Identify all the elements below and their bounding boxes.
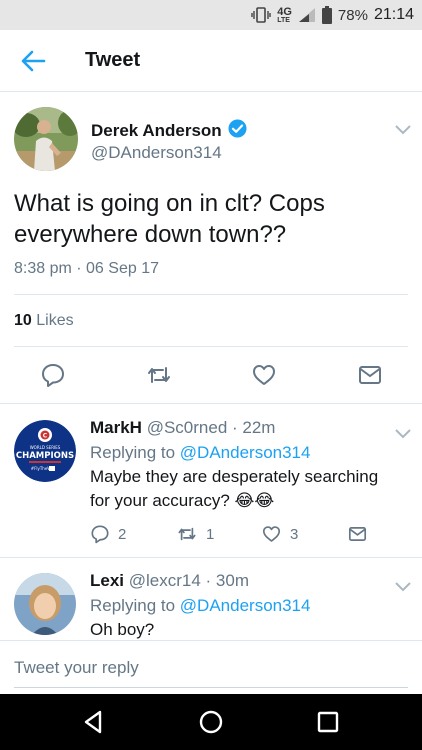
page-title: Tweet (85, 49, 141, 71)
network-indicator: 4G LTE (277, 5, 292, 24)
reply-count: 2 (118, 525, 127, 543)
reply-menu-chevron-icon[interactable] (395, 426, 411, 439)
network-label: 4G (277, 5, 292, 18)
reply-icon[interactable] (40, 362, 66, 388)
replying-to: Replying to @DAnderson314 (90, 443, 310, 463)
reply-retweet-button[interactable]: 1 (176, 524, 214, 544)
reply-tweet[interactable]: C WORLD SERIES CHAMPIONS #FlyTheW MarkH … (0, 404, 422, 558)
reply-avatar[interactable] (14, 573, 76, 635)
clock: 21:14 (373, 6, 414, 23)
svg-text:C: C (43, 433, 48, 440)
network-sub-label: LTE (277, 16, 290, 24)
reply-like-button[interactable]: 3 (261, 524, 298, 544)
status-icons: 4G LTE 78% 21:14 (251, 5, 414, 25)
vibrate-icon (251, 7, 271, 23)
svg-text:#FlyTheW: #FlyTheW (31, 466, 52, 471)
reply-header[interactable]: MarkH @Sc0rned · 22m (90, 418, 275, 438)
main-tweet: Derek Anderson @DAnderson314 What is goi… (0, 92, 422, 404)
nav-recents-icon[interactable] (315, 709, 341, 735)
divider (14, 294, 408, 295)
likes-label: Likes (36, 312, 74, 329)
reply-text: Oh boy? (90, 620, 155, 639)
system-nav-bar (0, 694, 422, 750)
verified-badge-icon (228, 119, 247, 143)
reply-handle-time: @Sc0rned · 22m (146, 418, 276, 437)
reply-icon (91, 525, 109, 544)
heart-icon (262, 526, 281, 542)
reply-avatar[interactable]: C WORLD SERIES CHAMPIONS #FlyTheW (14, 420, 76, 482)
author-name[interactable]: Derek Anderson (91, 119, 247, 143)
divider (14, 346, 408, 347)
tweet-actions (0, 362, 422, 390)
tweet-menu-chevron-icon[interactable] (395, 122, 411, 135)
reply-handle-time: @lexcr14 · 30m (128, 571, 250, 590)
avatar[interactable] (14, 107, 78, 171)
heart-icon[interactable] (251, 362, 277, 388)
battery-level: 78% (337, 6, 368, 24)
tweet-text: What is going on in clt? Cops everywhere… (14, 190, 325, 248)
signal-icon (298, 7, 316, 23)
direct-message-icon (348, 527, 367, 541)
replying-to: Replying to @DAnderson314 (90, 596, 310, 616)
reply-text: Maybe they are desperately searching for… (90, 467, 379, 510)
tweet-timestamp: 8:38 pm · 06 Sep 17 (14, 260, 159, 277)
reply-header[interactable]: Lexi @lexcr14 · 30m (90, 571, 249, 591)
reply-tweet[interactable]: Lexi @lexcr14 · 30m Replying to @DAnders… (0, 558, 422, 640)
reply-author-name: Lexi (90, 571, 125, 590)
reply-actions: 2 1 3 (90, 524, 390, 546)
reply-author-name: MarkH (90, 418, 142, 437)
replying-prefix: Replying to (90, 443, 176, 462)
retweet-count: 1 (206, 525, 215, 543)
avatar-caption: CHAMPIONS (16, 451, 74, 461)
reply-reply-button[interactable]: 2 (90, 524, 126, 544)
retweet-icon (178, 527, 196, 541)
svg-text:WORLD SERIES: WORLD SERIES (30, 445, 61, 450)
status-bar: 4G LTE 78% 21:14 (0, 0, 422, 30)
replying-handle-link[interactable]: @DAnderson314 (180, 596, 311, 615)
replying-prefix: Replying to (90, 596, 176, 615)
compose-bar (0, 640, 422, 694)
battery-icon (321, 6, 332, 24)
retweet-icon[interactable] (146, 362, 172, 388)
replying-handle-link[interactable]: @DAnderson314 (180, 443, 311, 462)
input-underline (14, 687, 408, 688)
nav-back-icon[interactable] (81, 709, 107, 735)
like-count: 3 (290, 525, 299, 543)
reply-dm-button[interactable] (347, 524, 368, 544)
reply-input[interactable] (14, 654, 408, 682)
likes-count: 10 (14, 312, 32, 329)
author-handle[interactable]: @DAnderson314 (91, 143, 222, 163)
app-bar: Tweet (0, 30, 422, 92)
reply-menu-chevron-icon[interactable] (395, 579, 411, 592)
author-name-text: Derek Anderson (91, 121, 222, 140)
direct-message-icon[interactable] (357, 362, 383, 388)
back-arrow-icon[interactable] (20, 49, 46, 73)
nav-home-icon[interactable] (198, 709, 224, 735)
likes-stat[interactable]: 10 Likes (14, 312, 74, 330)
